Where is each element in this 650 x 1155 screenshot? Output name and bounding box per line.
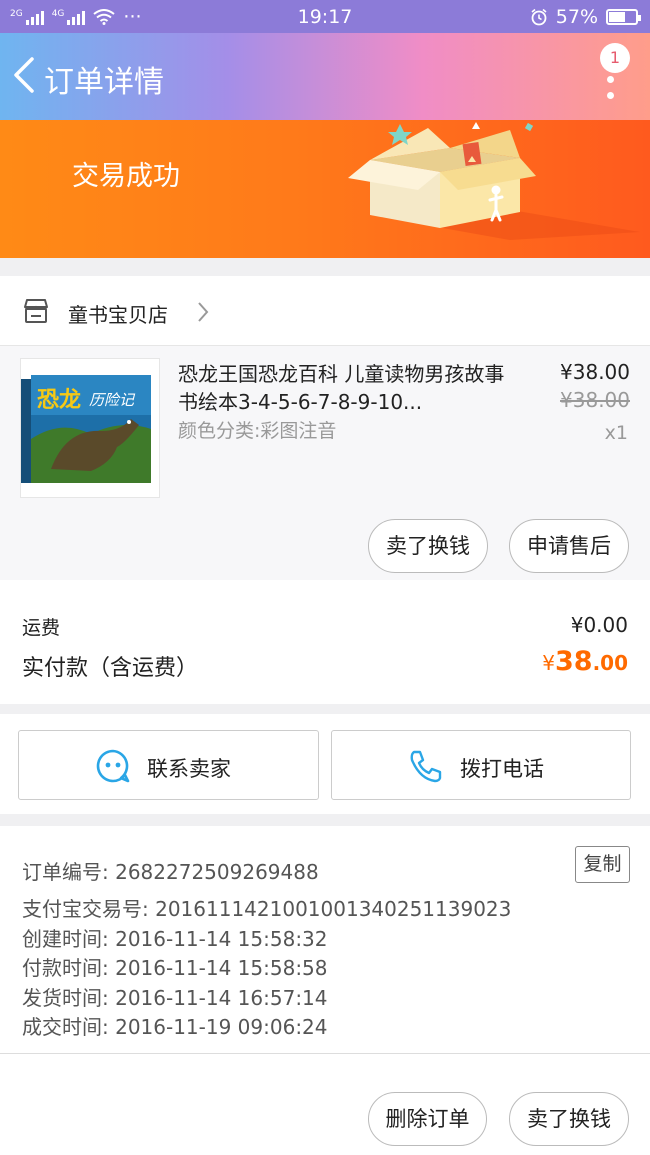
page-title: 订单详情 xyxy=(44,65,164,100)
book-cover-image: 恐龙 历险记 xyxy=(21,375,151,483)
fees-section: 运费 ¥0.00 实付款（含运费） ¥38.00 xyxy=(0,580,650,704)
call-phone-label: 拨打电话 xyxy=(460,757,544,781)
shipping-value: ¥0.00 xyxy=(570,613,628,637)
product-price: ¥38.00 xyxy=(560,360,630,384)
after-sale-button[interactable]: 申请售后 xyxy=(509,519,629,573)
order-number: 订单编号: 2682272509269488 xyxy=(22,860,319,884)
contact-seller-label: 联系卖家 xyxy=(147,757,231,781)
battery-percent: 57% xyxy=(555,6,598,28)
status-right: 57% xyxy=(530,6,641,28)
paid-integer: 38 xyxy=(554,646,593,677)
product-title[interactable]: 恐龙王国恐龙百科 儿童读物男孩故事书绘本3-4-5-6-7-8-9-10... xyxy=(178,360,508,416)
paid-label: 实付款（含运费） xyxy=(22,656,199,681)
chat-bubble-icon xyxy=(96,749,130,783)
nav-bar: 订单详情 1 xyxy=(0,33,650,120)
sell-button[interactable]: 卖了换钱 xyxy=(368,519,488,573)
order-info-section: 订单编号: 2682272509269488 复制 支付宝交易号: 201611… xyxy=(0,826,650,1054)
product-item[interactable]: 恐龙 历险记 恐龙王国恐龙百科 儿童读物男孩故事书绘本3-4-5-6-7-8-9… xyxy=(0,346,650,580)
copy-button[interactable]: 复制 xyxy=(575,846,630,883)
paid-decimal: .00 xyxy=(592,651,628,675)
contact-section: 联系卖家 拨打电话 xyxy=(0,714,650,814)
delete-order-button[interactable]: 删除订单 xyxy=(368,1092,487,1146)
shop-row[interactable]: 童书宝贝店 xyxy=(0,276,650,346)
product-sku: 颜色分类:彩图注音 xyxy=(178,420,337,442)
call-phone-button[interactable]: 拨打电话 xyxy=(331,730,631,800)
cover-title: 恐龙 xyxy=(37,388,81,413)
notification-badge[interactable]: 1 xyxy=(600,43,630,73)
product-image[interactable]: 恐龙 历险记 xyxy=(20,358,160,498)
shipping-label: 运费 xyxy=(22,617,61,639)
product-quantity: x1 xyxy=(604,422,628,444)
status-bar: 2G 4G ··· 19:17 57% xyxy=(0,0,650,33)
paid-amount: ¥38.00 xyxy=(542,646,628,677)
product-original-price: ¥38.00 xyxy=(560,388,630,412)
order-status-banner: 交易成功 xyxy=(0,120,650,258)
alarm-icon xyxy=(531,8,547,26)
paid-currency: ¥ xyxy=(542,651,555,675)
order-status-text: 交易成功 xyxy=(72,161,180,192)
battery-fill xyxy=(609,12,625,22)
store-icon xyxy=(24,299,48,323)
cover-subtitle: 历险记 xyxy=(89,391,136,409)
completed-time: 成交时间: 2016-11-19 09:06:24 xyxy=(22,1015,328,1039)
chevron-right-icon xyxy=(198,302,209,322)
paid-time: 付款时间: 2016-11-14 15:58:58 xyxy=(22,956,328,980)
phone-icon xyxy=(410,750,442,783)
contact-seller-button[interactable]: 联系卖家 xyxy=(18,730,319,800)
battery-icon xyxy=(606,9,641,25)
shop-name[interactable]: 童书宝贝店 xyxy=(68,299,168,328)
back-arrow-icon[interactable] xyxy=(10,55,38,95)
footer-actions: 删除订单 卖了换钱 xyxy=(0,1054,650,1155)
alipay-number: 支付宝交易号: 2016111421001001340251139023 xyxy=(22,897,512,921)
created-time: 创建时间: 2016-11-14 15:58:32 xyxy=(22,927,328,951)
open-box-illustration xyxy=(348,122,640,240)
shipped-time: 发货时间: 2016-11-14 16:57:14 xyxy=(22,986,328,1010)
footer-sell-button[interactable]: 卖了换钱 xyxy=(509,1092,629,1146)
